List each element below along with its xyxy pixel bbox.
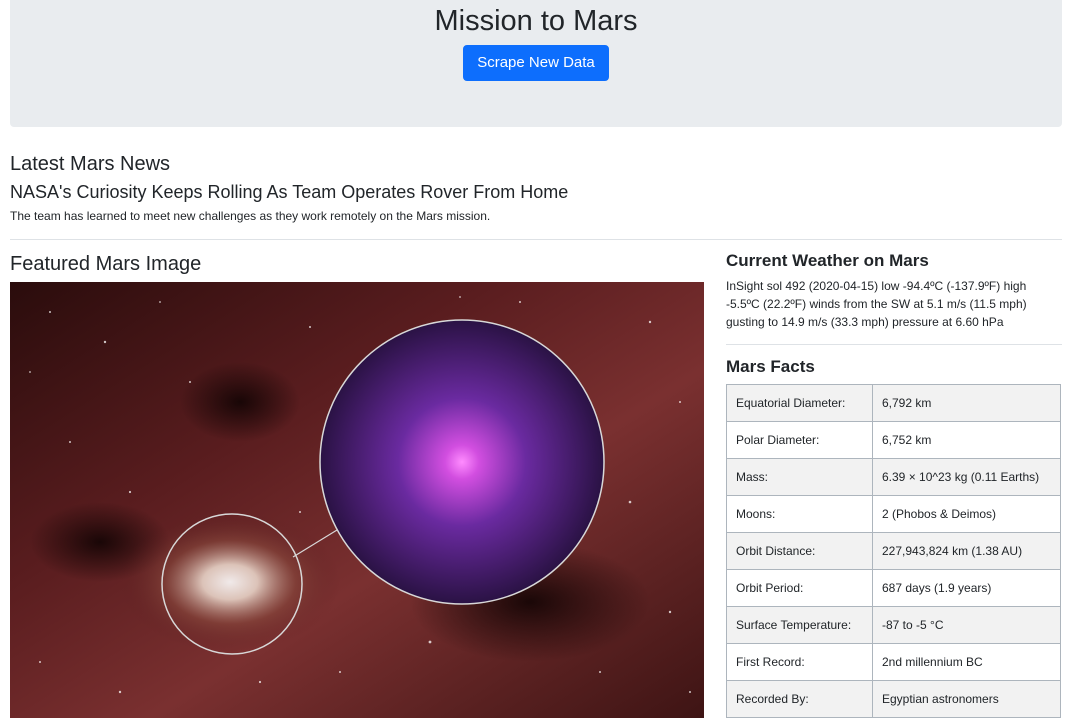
fact-value: 6,792 km [872,384,1061,422]
header-jumbotron: Mission to Mars Scrape New Data [10,0,1062,127]
weather-title: Current Weather on Mars [726,251,929,270]
featured-image-title: Featured Mars Image [10,253,202,275]
table-row: Orbit Period: 687 days (1.9 years) [726,569,1061,607]
news-section: Latest Mars News NASA's Curiosity Keeps … [10,150,1062,224]
fact-label: Polar Diameter: [726,421,873,459]
fact-value: 6,752 km [872,421,1061,459]
fact-value: -87 to -5 °C [872,606,1061,644]
featured-mars-image [10,282,704,718]
fact-value: 2 (Phobos & Deimos) [872,495,1061,533]
fact-label: Orbit Period: [726,569,873,607]
fact-label: Surface Temperature: [726,606,873,644]
table-row: Orbit Distance: 227,943,824 km (1.38 AU) [726,532,1061,570]
fact-label: Recorded By: [726,680,873,718]
fact-label: Equatorial Diameter: [726,384,873,422]
mars-facts-table: Equatorial Diameter: 6,792 km Polar Diame… [726,384,1061,718]
news-headline: NASA's Curiosity Keeps Rolling As Team O… [10,182,569,202]
fact-value: Egyptian astronomers [872,680,1061,718]
table-row: Mass: 6.39 × 10^23 kg (0.11 Earths) [726,458,1061,496]
scrape-new-data-button[interactable]: Scrape New Data [463,45,609,81]
weather-divider [726,344,1062,345]
section-divider [10,239,1062,240]
page-title: Mission to Mars [434,5,638,37]
mars-facts-title: Mars Facts [726,357,815,376]
table-row: Moons: 2 (Phobos & Deimos) [726,495,1061,533]
fact-label: First Record: [726,643,873,681]
fact-value: 2nd millennium BC [872,643,1061,681]
table-row: First Record: 2nd millennium BC [726,643,1061,681]
fact-value: 6.39 × 10^23 kg (0.11 Earths) [872,458,1061,496]
news-section-title: Latest Mars News [10,153,171,175]
weather-section: Current Weather on Mars InSight sol 492 … [726,249,1062,331]
fact-label: Mass: [726,458,873,496]
table-row: Polar Diameter: 6,752 km [726,421,1061,459]
fact-label: Moons: [726,495,873,533]
news-teaser: The team has learned to meet new challen… [10,209,491,223]
table-row: Recorded By: Egyptian astronomers [726,680,1061,718]
table-row: Equatorial Diameter: 6,792 km [726,384,1061,422]
fact-value: 227,943,824 km (1.38 AU) [872,532,1061,570]
fact-value: 687 days (1.9 years) [872,569,1061,607]
weather-text: InSight sol 492 (2020-04-15) low -94.4ºC… [726,279,1027,329]
fact-label: Orbit Distance: [726,532,873,570]
table-row: Surface Temperature: -87 to -5 °C [726,606,1061,644]
